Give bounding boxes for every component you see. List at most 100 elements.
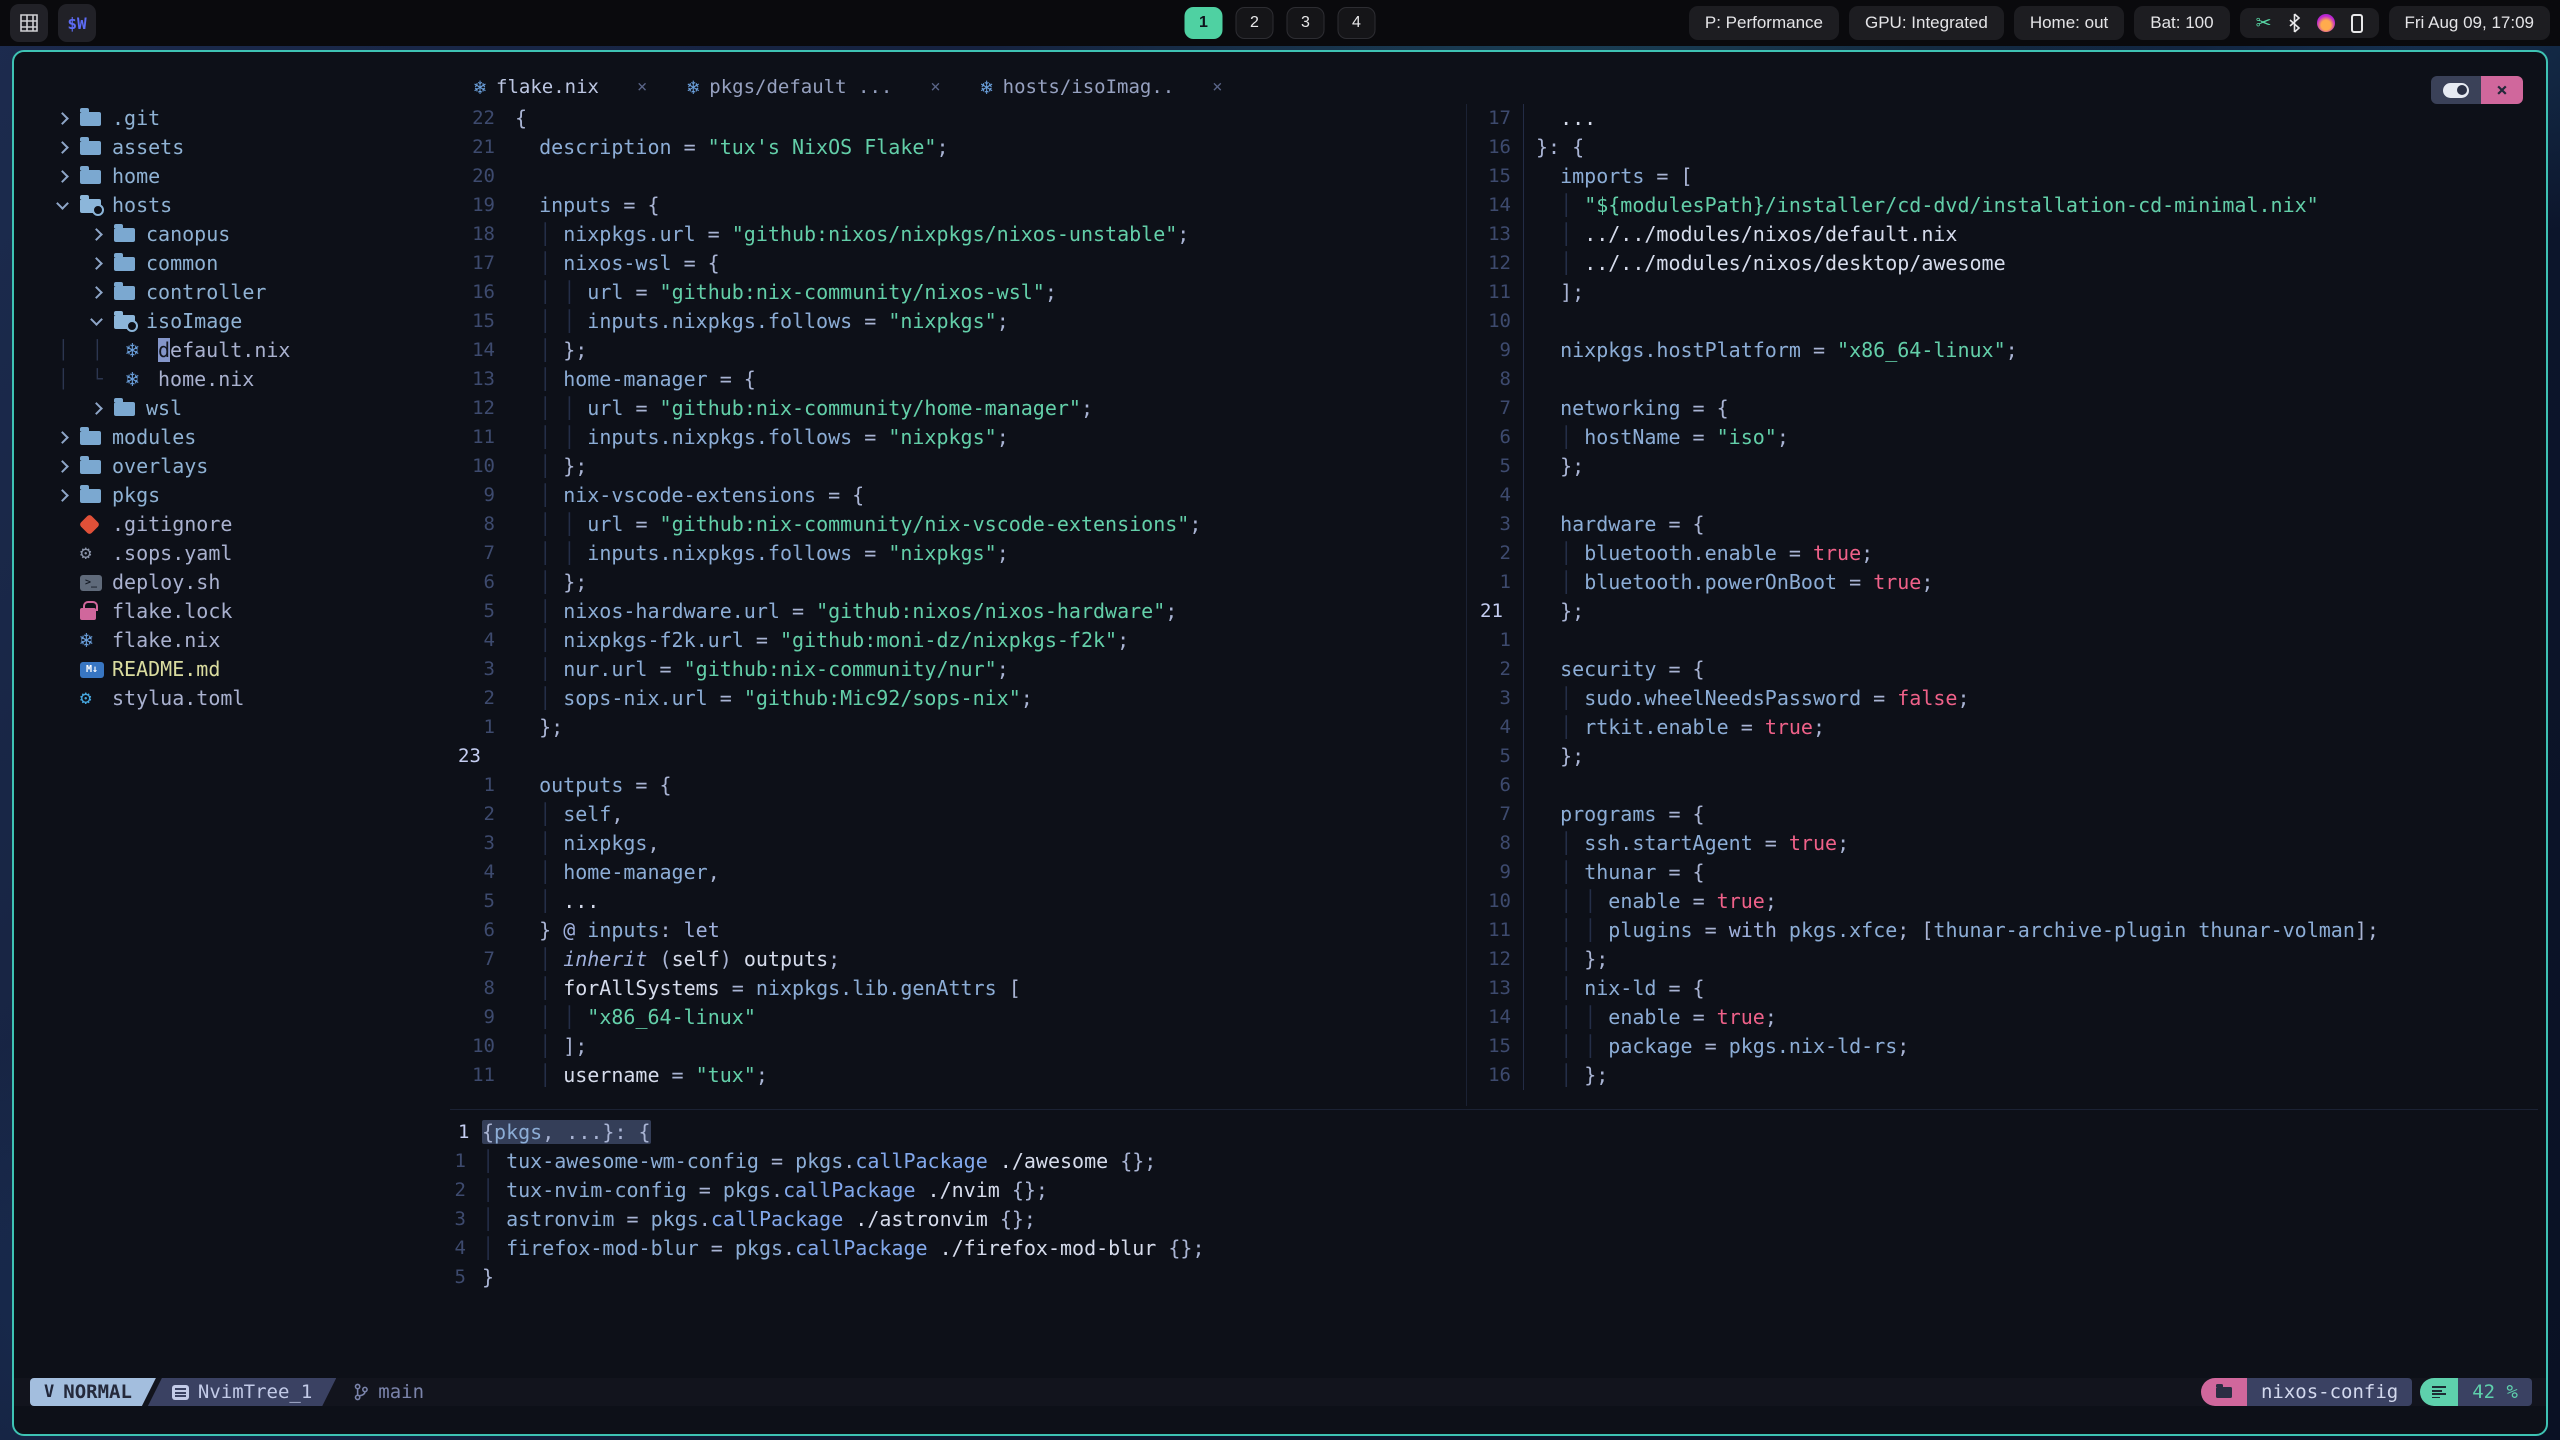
code-line[interactable]: 1 │ tux-awesome-wm-config = pkgs.callPack…: [450, 1147, 2538, 1176]
code-line[interactable]: 8: [1472, 365, 2538, 394]
code-line[interactable]: 1 };: [450, 713, 1464, 742]
code-line[interactable]: 5}: [450, 1263, 2538, 1292]
chevron-right-icon[interactable]: [56, 141, 69, 154]
status-pill-gpu-integrated[interactable]: GPU: Integrated: [1848, 6, 2004, 40]
code-line[interactable]: 5 };: [1472, 742, 2538, 771]
tree-item-git[interactable]: .git: [14, 104, 450, 133]
tab-flake-nix[interactable]: ❄ flake.nix ×: [474, 75, 647, 99]
code-line[interactable]: 9 nixpkgs.hostPlatform = "x86_64-linux";: [1472, 336, 2538, 365]
phone-icon[interactable]: [2350, 13, 2363, 33]
code-line[interactable]: 20: [450, 162, 1464, 191]
code-line[interactable]: 10 │ ];: [450, 1032, 1464, 1061]
tree-item-home[interactable]: home: [14, 162, 450, 191]
code-line[interactable]: 16 │ };: [1472, 1061, 2538, 1090]
chevron-right-icon[interactable]: [56, 112, 69, 125]
code-line[interactable]: 17 │ nixos-wsl = {: [450, 249, 1464, 278]
code-line[interactable]: 4 │ nixpkgs-f2k.url = "github:moni-dz/ni…: [450, 626, 1464, 655]
toggle-switch-button[interactable]: [2431, 76, 2481, 104]
code-line[interactable]: 14 │ "${modulesPath}/installer/cd-dvd/in…: [1472, 191, 2538, 220]
code-line[interactable]: 5 │ nixos-hardware.url = "github:nixos/n…: [450, 597, 1464, 626]
vertical-split-separator[interactable]: [1466, 104, 1467, 1106]
chevron-right-icon[interactable]: [56, 170, 69, 183]
chevron-right-icon[interactable]: [90, 402, 103, 415]
clock[interactable]: Fri Aug 09, 17:09: [2388, 6, 2550, 40]
tree-item-modules[interactable]: modules: [14, 423, 450, 452]
tree-item-controller[interactable]: controller: [14, 278, 450, 307]
code-line[interactable]: 13 │ nix-ld = {: [1472, 974, 2538, 1003]
code-line[interactable]: 18 │ nixpkgs.url = "github:nixos/nixpkgs…: [450, 220, 1464, 249]
tree-item-flake-lock[interactable]: flake.lock: [14, 597, 450, 626]
workspace-4[interactable]: 4: [1337, 7, 1376, 39]
code-line[interactable]: 7 programs = {: [1472, 800, 2538, 829]
code-line[interactable]: 4 │ home-manager,: [450, 858, 1464, 887]
tab-close-icon[interactable]: ×: [637, 77, 647, 97]
code-line[interactable]: 2 security = {: [1472, 655, 2538, 684]
code-line[interactable]: 14 │ };: [450, 336, 1464, 365]
horizontal-split-separator[interactable]: [450, 1109, 2538, 1110]
code-line[interactable]: 10: [1472, 307, 2538, 336]
code-line[interactable]: 5 };: [1472, 452, 2538, 481]
tree-item-canopus[interactable]: canopus: [14, 220, 450, 249]
code-line[interactable]: 8 │ │ url = "github:nix-community/nix-vs…: [450, 510, 1464, 539]
dollar-w-icon[interactable]: $W: [58, 4, 96, 42]
code-line[interactable]: 6: [1472, 771, 2538, 800]
code-line[interactable]: 4 │ rtkit.enable = true;: [1472, 713, 2538, 742]
tree-item-wsl[interactable]: wsl: [14, 394, 450, 423]
code-line[interactable]: 1 │ bluetooth.powerOnBoot = true;: [1472, 568, 2538, 597]
code-line[interactable]: 6 │ hostName = "iso";: [1472, 423, 2538, 452]
window-close-button[interactable]: ×: [2481, 76, 2523, 104]
chevron-down-icon[interactable]: [56, 197, 69, 210]
code-line[interactable]: 8 │ forAllSystems = nixpkgs.lib.genAttrs…: [450, 974, 1464, 1003]
tree-item-stylua-toml[interactable]: ⚙ stylua.toml: [14, 684, 450, 713]
workspace-2[interactable]: 2: [1235, 7, 1274, 39]
code-line[interactable]: 1 {pkgs, ...}: {: [450, 1118, 2538, 1147]
tab-hosts-isoimag[interactable]: ❄ hosts/isoImag.. ×: [981, 75, 1223, 99]
code-line[interactable]: 3 │ sudo.wheelNeedsPassword = false;: [1472, 684, 2538, 713]
code-line[interactable]: 12 │ │ url = "github:nix-community/home-…: [450, 394, 1464, 423]
code-line[interactable]: 16 │ │ url = "github:nix-community/nixos…: [450, 278, 1464, 307]
code-line[interactable]: 9 │ thunar = {: [1472, 858, 2538, 887]
chevron-right-icon[interactable]: [90, 228, 103, 241]
code-line[interactable]: 2 │ bluetooth.enable = true;: [1472, 539, 2538, 568]
workspace-3[interactable]: 3: [1286, 7, 1325, 39]
tree-item-common[interactable]: common: [14, 249, 450, 278]
code-line[interactable]: 1 outputs = {: [450, 771, 1464, 800]
code-line[interactable]: 2 │ self,: [450, 800, 1464, 829]
code-line[interactable]: 15 │ │ inputs.nixpkgs.follows = "nixpkgs…: [450, 307, 1464, 336]
code-line[interactable]: 19 inputs = {: [450, 191, 1464, 220]
code-line[interactable]: 11 │ │ plugins = with pkgs.xfce; [thunar…: [1472, 916, 2538, 945]
code-line[interactable]: 22 {: [450, 104, 1464, 133]
tree-item-gitignore[interactable]: .gitignore: [14, 510, 450, 539]
chevron-right-icon[interactable]: [56, 489, 69, 502]
tab-pkgs-default[interactable]: ❄ pkgs/default ... ×: [687, 75, 940, 99]
code-line[interactable]: 7 │ inherit (self) outputs;: [450, 945, 1464, 974]
code-line[interactable]: 6 } @ inputs: let: [450, 916, 1464, 945]
tree-item-isoimage[interactable]: isoImage: [14, 307, 450, 336]
code-line[interactable]: 3 hardware = {: [1472, 510, 2538, 539]
code-line[interactable]: 14 │ │ enable = true;: [1472, 1003, 2538, 1032]
status-pill-bat-100[interactable]: Bat: 100: [2134, 6, 2230, 40]
code-line[interactable]: 4 │ firefox-mod-blur = pkgs.callPackage .…: [450, 1234, 2538, 1263]
code-line[interactable]: 9 │ nix-vscode-extensions = {: [450, 481, 1464, 510]
code-line[interactable]: 10 │ │ enable = true;: [1472, 887, 2538, 916]
chevron-down-icon[interactable]: [90, 313, 103, 326]
bluetooth-icon[interactable]: [2288, 13, 2301, 33]
code-line[interactable]: 12 │ ../../modules/nixos/desktop/awesome: [1472, 249, 2538, 278]
code-line[interactable]: 3 │ nur.url = "github:nix-community/nur"…: [450, 655, 1464, 684]
chevron-right-icon[interactable]: [90, 286, 103, 299]
tree-item-assets[interactable]: assets: [14, 133, 450, 162]
code-line[interactable]: 23: [450, 742, 1464, 771]
status-pill-home-out[interactable]: Home: out: [2013, 6, 2125, 40]
code-line[interactable]: 13 │ home-manager = {: [450, 365, 1464, 394]
code-line[interactable]: 15 │ │ package = pkgs.nix-ld-rs;: [1472, 1032, 2538, 1061]
apps-grid-icon[interactable]: [10, 4, 48, 42]
tree-item-deploy-sh[interactable]: >_ deploy.sh: [14, 568, 450, 597]
code-line[interactable]: 7 │ │ inputs.nixpkgs.follows = "nixpkgs"…: [450, 539, 1464, 568]
code-line[interactable]: 12 │ };: [1472, 945, 2538, 974]
code-line[interactable]: 15 imports = [: [1472, 162, 2538, 191]
code-line[interactable]: 11 │ │ inputs.nixpkgs.follows = "nixpkgs…: [450, 423, 1464, 452]
tree-item-default-nix[interactable]: │ │ ❄ default.nix: [14, 336, 450, 365]
tree-item-flake-nix[interactable]: ❄ flake.nix: [14, 626, 450, 655]
code-line[interactable]: 9 │ │ "x86_64-linux": [450, 1003, 1464, 1032]
code-line[interactable]: 5 │ ...: [450, 887, 1464, 916]
